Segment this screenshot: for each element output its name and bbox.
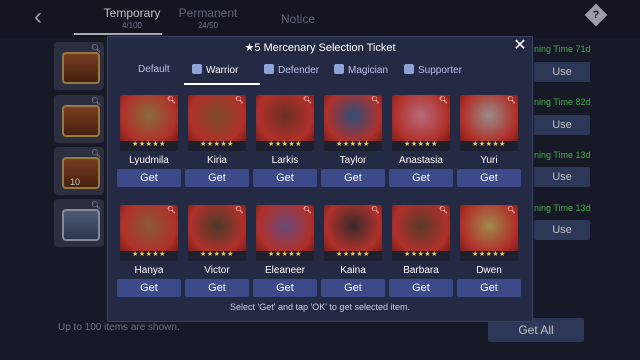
mercenary-card: 🔍︎ ★★★★★ Victor Get [184,203,250,297]
support-icon [404,64,414,74]
mercenary-portrait[interactable]: 🔍︎ ★★★★★ [256,95,314,151]
mercenary-card: 🔍︎ ★★★★★ Kiria Get [184,93,250,187]
star-rating: ★★★★★ [404,251,438,258]
filter-supporter[interactable]: Supporter [404,64,462,76]
get-button[interactable]: Get [117,169,181,187]
star-rating: ★★★★★ [336,141,370,148]
magnify-icon[interactable]: 🔍︎ [235,96,244,104]
magnify-icon[interactable]: 🔍︎ [167,96,176,104]
star-rating: ★★★★★ [472,141,506,148]
mercenary-card: 🔍︎ ★★★★★ Yuri Get [456,93,522,187]
get-button[interactable]: Get [185,169,249,187]
mercenary-name: Kiria [206,155,227,166]
star-rating: ★★★★★ [268,141,302,148]
modal-title: ★5 Mercenary Selection Ticket [244,42,396,54]
mercenary-card: 🔍︎ ★★★★★ Larkis Get [252,93,318,187]
mercenary-portrait[interactable]: 🔍︎ ★★★★★ [460,95,518,151]
selection-ticket-modal: ★5 Mercenary Selection Ticket ✕ Default … [107,36,533,322]
class-filter-tabs: Default Warrior Defender Magician Suppor… [108,61,532,83]
filter-default[interactable]: Default [138,64,170,75]
magnify-icon[interactable]: 🔍︎ [167,206,176,214]
mercenary-portrait[interactable]: 🔍︎ ★★★★★ [256,205,314,261]
mercenary-card: 🔍︎ ★★★★★ Dwen Get [456,203,522,297]
star-rating: ★★★★★ [472,251,506,258]
mercenary-name: Yuri [480,155,498,166]
filter-magician-label: Magician [348,65,389,76]
star-rating: ★★★★★ [404,141,438,148]
close-icon[interactable]: ✕ [512,38,528,54]
magnify-icon[interactable]: 🔍︎ [507,206,516,214]
mercenary-portrait[interactable]: 🔍︎ ★★★★★ [120,95,178,151]
star-rating: ★★★★★ [336,251,370,258]
get-button[interactable]: Get [321,279,385,297]
filter-warrior[interactable]: Warrior [192,64,238,76]
get-button[interactable]: Get [457,279,521,297]
get-button[interactable]: Get [457,169,521,187]
shield-icon [264,64,274,74]
mercenary-card: 🔍︎ ★★★★★ Hanya Get [116,203,182,297]
magnify-icon[interactable]: 🔍︎ [303,96,312,104]
get-button[interactable]: Get [389,279,453,297]
magnify-icon[interactable]: 🔍︎ [235,206,244,214]
mercenary-name: Eleaneer [264,265,306,276]
mercenary-name: Taylor [339,155,367,166]
mercenary-name: Larkis [271,155,299,166]
mercenary-name: Anastasia [399,155,443,166]
mercenary-name: Barbara [403,265,439,276]
mercenary-portrait[interactable]: 🔍︎ ★★★★★ [392,95,450,151]
mercenary-portrait[interactable]: 🔍︎ ★★★★★ [188,95,246,151]
mercenary-portrait[interactable]: 🔍︎ ★★★★★ [324,95,382,151]
get-button[interactable]: Get [321,169,385,187]
magnify-icon[interactable]: 🔍︎ [303,206,312,214]
star-rating: ★★★★★ [200,251,234,258]
magnify-icon[interactable]: 🔍︎ [371,206,380,214]
get-button[interactable]: Get [253,169,317,187]
sword-icon [192,64,202,74]
mercenary-card: 🔍︎ ★★★★★ Lyudmila Get [116,93,182,187]
mercenary-portrait[interactable]: 🔍︎ ★★★★★ [460,205,518,261]
star-rating: ★★★★★ [200,141,234,148]
magnify-icon[interactable]: 🔍︎ [439,96,448,104]
filter-default-label: Default [138,64,170,75]
mercenary-card: 🔍︎ ★★★★★ Taylor Get [320,93,386,187]
mercenary-portrait[interactable]: 🔍︎ ★★★★★ [188,205,246,261]
mercenary-name: Hanya [134,265,164,276]
magnify-icon[interactable]: 🔍︎ [371,96,380,104]
filter-defender[interactable]: Defender [264,64,319,76]
magnify-icon[interactable]: 🔍︎ [507,96,516,104]
mercenary-card: 🔍︎ ★★★★★ Barbara Get [388,203,454,297]
mercenary-name: Lyudmila [129,155,169,166]
hat-icon [334,64,344,74]
get-button[interactable]: Get [117,279,181,297]
star-rating: ★★★★★ [132,251,166,258]
mercenary-portrait[interactable]: 🔍︎ ★★★★★ [392,205,450,261]
active-filter-indicator [184,83,260,85]
mercenary-portrait[interactable]: 🔍︎ ★★★★★ [324,205,382,261]
star-rating: ★★★★★ [268,251,302,258]
instruction-text: Select 'Get' and tap 'OK' to get selecte… [230,302,410,312]
filter-warrior-label: Warrior [206,65,239,76]
magnify-icon[interactable]: 🔍︎ [439,206,448,214]
star-rating: ★★★★★ [132,141,166,148]
get-button[interactable]: Get [185,279,249,297]
filter-magician[interactable]: Magician [334,64,388,76]
mercenary-name: Kaina [340,265,366,276]
filter-defender-label: Defender [278,65,320,76]
mercenary-portrait[interactable]: 🔍︎ ★★★★★ [120,205,178,261]
mercenary-card: 🔍︎ ★★★★★ Eleaneer Get [252,203,318,297]
get-button[interactable]: Get [389,169,453,187]
mercenary-name: Dwen [476,265,502,276]
get-button[interactable]: Get [253,279,317,297]
filter-supporter-label: Supporter [418,65,462,76]
mercenary-name: Victor [204,265,230,276]
mercenary-card: 🔍︎ ★★★★★ Anastasia Get [388,93,454,187]
mercenary-card: 🔍︎ ★★★★★ Kaina Get [320,203,386,297]
